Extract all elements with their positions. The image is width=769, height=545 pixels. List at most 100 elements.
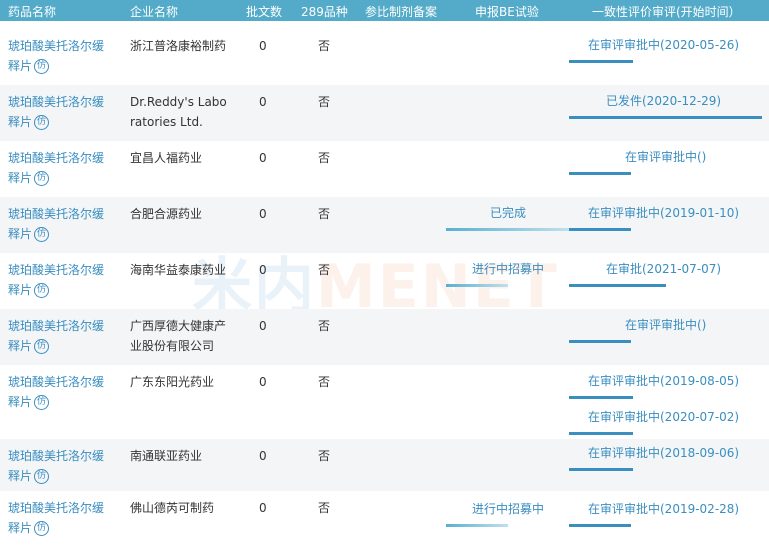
drug-name-line1: 琥珀酸美托洛尔缓 xyxy=(8,151,105,165)
consistency-progress-bar xyxy=(569,468,633,471)
drug-name-link[interactable]: 琥珀酸美托洛尔缓 释片仿 xyxy=(8,372,104,412)
consistency-status-link[interactable]: 在审评审批中(2020-07-02) xyxy=(588,407,739,427)
is-289-value: 否 xyxy=(318,207,331,221)
consistency-progress-bar xyxy=(569,396,633,399)
consistency-status-link[interactable]: 在审评审批中(2020-05-26) xyxy=(588,35,739,55)
generic-badge-icon: 仿 xyxy=(34,283,50,298)
consistency-status-link[interactable]: 在审评审批中() xyxy=(625,315,706,335)
consistency-status-link[interactable]: 已发件(2020-12-29) xyxy=(606,91,721,111)
table-row: 琥珀酸美托洛尔缓 释片仿广西厚德大健康产 业股份有限公司 0 否在审评审批中() xyxy=(0,309,769,365)
generic-badge-icon: 仿 xyxy=(34,339,50,354)
batch-count: 0 xyxy=(259,319,267,333)
drug-name-link[interactable]: 琥珀酸美托洛尔缓 释片仿 xyxy=(8,92,104,132)
consistency-status-link[interactable]: 在审评审批中(2019-02-28) xyxy=(588,499,739,519)
consistency-progress-bar xyxy=(569,60,633,63)
batch-count: 0 xyxy=(259,263,267,277)
company-name-line: 海南华益泰康药业 xyxy=(130,263,227,277)
be-trial-status-link[interactable]: 进行中招募中 xyxy=(448,499,568,519)
be-trial-status-link[interactable]: 已完成 xyxy=(448,203,568,223)
table-row: 琥珀酸美托洛尔缓 释片仿 宜昌人福药业 0 否 在审评审批中() xyxy=(0,141,769,197)
drug-name-link[interactable]: 琥珀酸美托洛尔缓 释片仿 xyxy=(8,36,104,76)
column-header-drug: 药品名称 xyxy=(8,5,57,19)
consistency-progress-bar xyxy=(569,340,631,343)
column-header-reference: 参比制剂备案 xyxy=(365,5,438,19)
consistency-status-link[interactable]: 在审评审批中(2019-08-05) xyxy=(588,371,739,391)
be-progress-bar xyxy=(446,284,508,287)
drug-name-line1: 琥珀酸美托洛尔缓 xyxy=(8,501,105,515)
company-name-line: Dr.Reddy's Labo xyxy=(130,95,227,109)
table-row: 琥珀酸美托洛尔缓 释片仿 Dr.Reddy's Labo ratories Ltd. 0… xyxy=(0,85,769,141)
be-progress-bar xyxy=(446,524,508,527)
is-289-value: 否 xyxy=(318,263,331,277)
is-289-value: 否 xyxy=(318,39,331,53)
company-name: 合肥合源药业 xyxy=(130,204,202,224)
company-name: 广东东阳光药业 xyxy=(130,372,214,392)
table-row: 琥珀酸美托洛尔缓 释片仿 佛山德芮可制药 0 否 进行中招募中 在审评审批中(2019-02… xyxy=(0,491,769,545)
consistency-status-link[interactable]: 在审评审批中() xyxy=(625,147,706,167)
consistency-progress-bar xyxy=(569,524,631,527)
company-name-line: ratories Ltd. xyxy=(130,115,203,129)
generic-badge-icon: 仿 xyxy=(34,469,50,484)
batch-count: 0 xyxy=(259,449,267,463)
batch-count: 0 xyxy=(259,207,267,221)
column-header-consistency: 一致性评价审评(开始时间） xyxy=(592,5,741,19)
consistency-progress-bar xyxy=(569,432,633,435)
company-name: 广西厚德大健康产 业股份有限公司 xyxy=(130,316,226,356)
consistency-progress-bar xyxy=(569,284,666,287)
company-name: 南通联亚药业 xyxy=(130,446,202,466)
table-row: 琥珀酸美托洛尔缓 释片仿 海南华益泰康药业 0 否 进行中招募中 在审批(2021-07-0… xyxy=(0,253,769,309)
generic-badge-icon: 仿 xyxy=(34,521,50,536)
drug-name-link[interactable]: 琥珀酸美托洛尔缓 释片仿 xyxy=(8,260,104,300)
generic-badge-icon: 仿 xyxy=(34,171,50,186)
drug-name-link[interactable]: 琥珀酸美托洛尔缓 释片仿 xyxy=(8,446,104,486)
company-name-line: 浙江普洛康裕制药 xyxy=(130,39,227,53)
company-name-line: 业股份有限公司 xyxy=(130,339,215,353)
table-row: 琥珀酸美托洛尔缓 释片仿 南通联亚药业 0 否 在审评审批中(2018-09-06) xyxy=(0,439,769,491)
is-289-value: 否 xyxy=(318,151,331,165)
company-name-line: 宜昌人福药业 xyxy=(130,151,203,165)
drug-name-line1: 琥珀酸美托洛尔缓 xyxy=(8,95,105,109)
company-name: 佛山德芮可制药 xyxy=(130,498,214,518)
drug-name-line1: 琥珀酸美托洛尔缓 xyxy=(8,263,105,277)
consistency-progress-bar xyxy=(569,116,762,119)
company-name-line: 佛山德芮可制药 xyxy=(130,501,215,515)
generic-badge-icon: 仿 xyxy=(34,59,50,74)
company-name: 海南华益泰康药业 xyxy=(130,260,226,280)
batch-count: 0 xyxy=(259,151,267,165)
drug-name-line2: 释片 xyxy=(8,469,33,483)
drug-name-line2: 释片 xyxy=(8,521,33,535)
drug-name-line2: 释片 xyxy=(8,395,33,409)
company-name: 浙江普洛康裕制药 xyxy=(130,36,226,56)
is-289-value: 否 xyxy=(318,449,331,463)
company-name-line: 南通联亚药业 xyxy=(130,449,203,463)
generic-badge-icon: 仿 xyxy=(34,227,50,242)
drug-name-line1: 琥珀酸美托洛尔缓 xyxy=(8,449,105,463)
drug-name-line1: 琥珀酸美托洛尔缓 xyxy=(8,39,105,53)
is-289-value: 否 xyxy=(318,95,331,109)
table-row: 琥珀酸美托洛尔缓 释片仿 合肥合源药业 0 否 已完成 在审评审批中(2019-01-10) xyxy=(0,197,769,253)
consistency-progress-bar xyxy=(569,228,631,231)
company-name-line: 合肥合源药业 xyxy=(130,207,203,221)
consistency-status-link[interactable]: 在审评审批中(2019-01-10) xyxy=(588,203,739,223)
is-289-value: 否 xyxy=(318,501,331,515)
company-name: Dr.Reddy's Labo ratories Ltd. xyxy=(130,92,227,132)
drug-name-link[interactable]: 琥珀酸美托洛尔缓 释片仿 xyxy=(8,498,104,538)
drug-name-link[interactable]: 琥珀酸美托洛尔缓 释片仿 xyxy=(8,316,104,356)
drug-name-line2: 释片 xyxy=(8,59,33,73)
table-row: 琥珀酸美托洛尔缓 释片仿 广东东阳光药业 0 否 在审评审批中(2019-08-05) 在审… xyxy=(0,365,769,439)
batch-count: 0 xyxy=(259,95,267,109)
drug-name-link[interactable]: 琥珀酸美托洛尔缓 释片仿 xyxy=(8,204,104,244)
batch-count: 0 xyxy=(259,39,267,53)
table-row: 琥珀酸美托洛尔缓 释片仿 浙江普洛康裕制药 0 否 在审评审批中(2020-05-26) xyxy=(0,29,769,85)
drug-name-line2: 释片 xyxy=(8,339,33,353)
company-name-line: 广东东阳光药业 xyxy=(130,375,215,389)
consistency-status-link[interactable]: 在审批(2021-07-07) xyxy=(606,259,721,279)
be-trial-status-link[interactable]: 进行中招募中 xyxy=(448,259,568,279)
consistency-status-link[interactable]: 在审评审批中(2018-09-06) xyxy=(588,443,739,463)
drug-name-line2: 释片 xyxy=(8,227,33,241)
generic-badge-icon: 仿 xyxy=(34,115,50,130)
column-header-be: 申报BE试验 xyxy=(475,5,539,19)
drug-name-link[interactable]: 琥珀酸美托洛尔缓 释片仿 xyxy=(8,148,104,188)
batch-count: 0 xyxy=(259,501,267,515)
drug-name-line2: 释片 xyxy=(8,115,33,129)
